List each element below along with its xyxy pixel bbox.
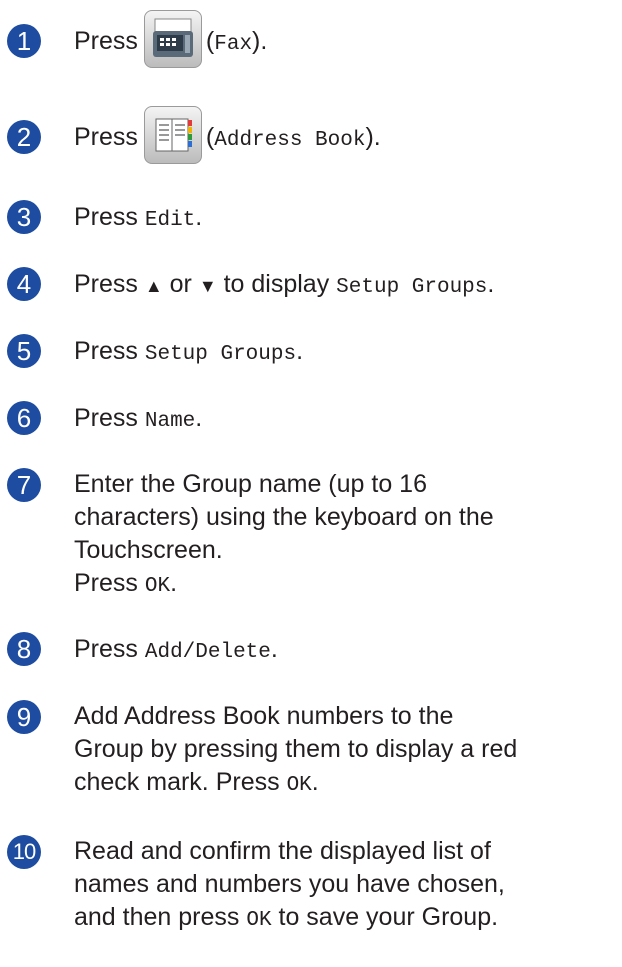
fax-icon: [143, 10, 202, 69]
step-number-badge: 2: [7, 120, 41, 154]
step-text: Press Add/Delete.: [74, 635, 278, 664]
step-number-badge: 3: [7, 200, 41, 234]
up-arrow-icon: ▲: [144, 276, 163, 296]
step-text: Press ▲ or ▼ to display Setup Groups.: [74, 270, 495, 299]
step-text: Press Setup Groups.: [74, 337, 304, 366]
step-text: Enter the Group name (up to 16 character…: [74, 470, 494, 598]
step-number-badge: 1: [7, 24, 41, 58]
step-number-badge: 6: [7, 401, 41, 435]
step-text: Press (Fax).: [74, 10, 616, 75]
step-text: Press Name.: [74, 404, 203, 433]
step-text: Press (Address Book).: [74, 106, 616, 171]
step-text: Press Edit.: [74, 203, 203, 232]
step-number-badge: 7: [7, 468, 41, 502]
step-number-badge: 5: [7, 334, 41, 368]
address-book-icon: [143, 106, 202, 165]
step-text: Add Address Book numbers to the Group by…: [74, 702, 518, 797]
step-number-badge: 9: [7, 700, 41, 734]
step-text: Read and confirm the displayed list of n…: [74, 837, 505, 932]
step-number-badge: 8: [7, 632, 41, 666]
step-number-badge: 4: [7, 267, 41, 301]
down-arrow-icon: ▼: [198, 276, 217, 296]
step-number-badge: 10: [7, 835, 41, 869]
